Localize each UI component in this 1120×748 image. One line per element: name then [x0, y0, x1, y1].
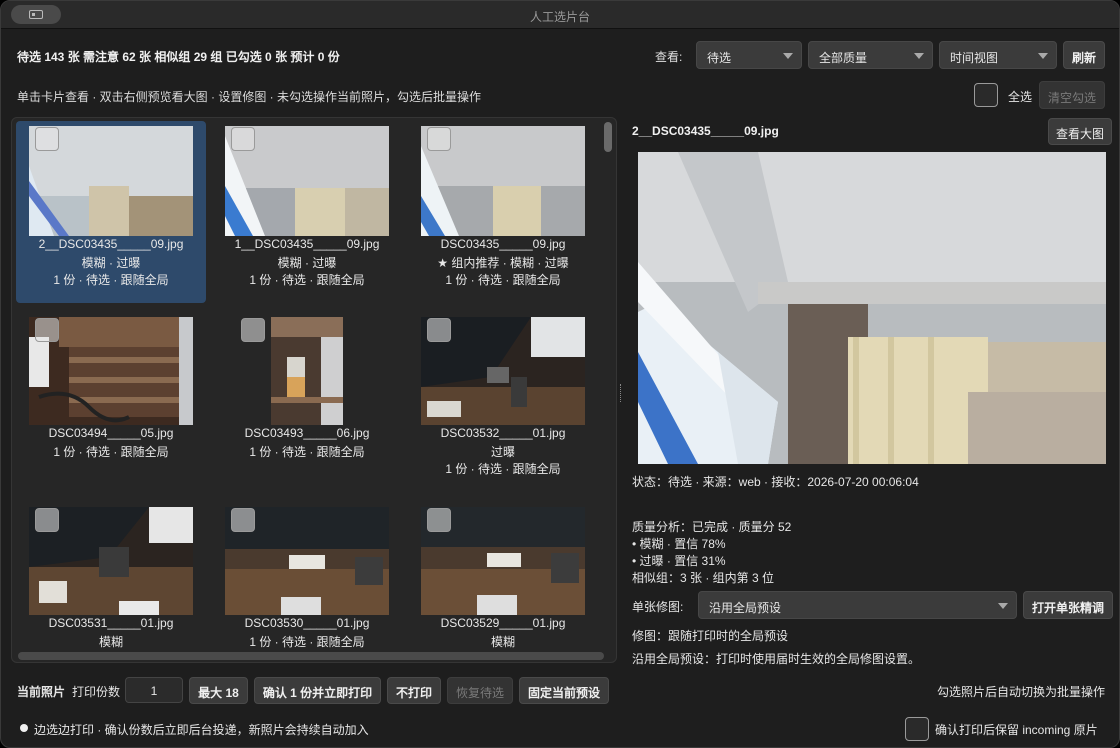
- photo-card[interactable]: DSC03493_____06.jpg 1 份 · 待选 · 跟随全局: [212, 312, 402, 494]
- no-print-button[interactable]: 不打印: [387, 677, 441, 704]
- photo-tags: 1 份 · 待选 · 跟随全局: [53, 445, 169, 459]
- overexposed-confidence-line: • 过曝 · 置信 31%: [632, 554, 726, 568]
- photo-tags: 模糊: [98, 635, 123, 649]
- photo-checkbox[interactable]: [231, 127, 255, 151]
- photo-card[interactable]: DSC03532_____01.jpg 过曝 1 份 · 待选 · 跟随全局: [408, 312, 598, 494]
- photo-tags: 模糊: [490, 635, 515, 649]
- photo-filename: 1__DSC03435_____09.jpg: [234, 237, 380, 251]
- detail-filename: 2__DSC03435_____09.jpg: [632, 124, 779, 138]
- live-print-text: 边选边打印 · 确认份数后立即后台投递，新照片会持续自动加入: [34, 723, 369, 737]
- photo-meta: 1 份 · 待选 · 跟随全局: [53, 273, 169, 287]
- photo-card[interactable]: DSC03530_____01.jpg 1 份 · 待选 · 跟随全局: [212, 502, 402, 662]
- photo-card[interactable]: DSC03435_____09.jpg ★ 组内推荐 · 模糊 · 过曝 1 份…: [408, 121, 598, 303]
- photo-checkbox[interactable]: [427, 127, 451, 151]
- photo-filename: DSC03530_____01.jpg: [244, 616, 370, 630]
- photo-card[interactable]: DSC03531_____01.jpg 模糊: [16, 502, 206, 662]
- gallery-vertical-scrollbar[interactable]: [604, 122, 612, 152]
- retouch-label: 单张修图:: [632, 600, 684, 614]
- status-filter-value: 待选: [707, 51, 732, 65]
- photo-filename: 2__DSC03435_____09.jpg: [38, 237, 184, 251]
- photo-meta: 1 份 · 待选 · 跟随全局: [249, 273, 365, 287]
- photo-filename: DSC03494_____05.jpg: [48, 426, 174, 440]
- retouch-preset-select[interactable]: 沿用全局预设: [698, 591, 1017, 619]
- batch-mode-hint: 勾选照片后自动切换为批量操作: [937, 685, 1106, 699]
- photo-checkbox[interactable]: [427, 318, 451, 342]
- select-all-checkbox[interactable]: [974, 83, 998, 107]
- photo-checkbox[interactable]: [35, 508, 59, 532]
- copies-label: 打印份数: [72, 685, 121, 699]
- quality-analysis-line: 质量分析：已完成 · 质量分 52: [632, 520, 792, 534]
- photo-card[interactable]: DSC03529_____01.jpg 模糊: [408, 502, 598, 662]
- quality-filter-value: 全部质量: [819, 51, 868, 65]
- photo-tags: 1 份 · 待选 · 跟随全局: [249, 445, 365, 459]
- photo-checkbox[interactable]: [231, 508, 255, 532]
- current-photo-label: 当前照片: [17, 685, 66, 699]
- photo-tags: 模糊 · 过曝: [277, 256, 337, 270]
- title-bar: 人工选片台: [1, 1, 1119, 29]
- blur-confidence-line: • 模糊 · 置信 78%: [632, 537, 726, 551]
- chevron-down-icon: [1038, 53, 1048, 59]
- photo-gallery[interactable]: 2__DSC03435_____09.jpg 模糊 · 过曝 1 份 · 待选 …: [11, 117, 617, 663]
- photo-tags: ★ 组内推荐 · 模糊 · 过曝: [437, 256, 569, 270]
- photo-filename: DSC03532_____01.jpg: [440, 426, 566, 440]
- chevron-down-icon: [783, 53, 793, 59]
- keep-original-checkbox[interactable]: [905, 717, 929, 741]
- live-print-status-dot-icon: [20, 724, 28, 732]
- fix-preset-button[interactable]: 固定当前预设: [519, 677, 609, 704]
- photo-thumbnail: [271, 317, 343, 425]
- view-label: 查看:: [655, 50, 683, 64]
- detail-status-line: 状态：待选 · 来源：web · 接收：2026-07-20 00:06:04: [632, 475, 919, 489]
- chevron-down-icon: [998, 603, 1008, 609]
- retouch-mode-line: 修图：跟随打印时的全局预设: [632, 629, 789, 643]
- stats-summary: 待选 143 张 需注意 62 张 相似组 29 组 已勾选 0 张 预计 0 …: [17, 50, 340, 64]
- quality-filter-select[interactable]: 全部质量: [808, 41, 933, 69]
- photo-checkbox[interactable]: [427, 508, 451, 532]
- restore-pending-button[interactable]: 恢复待选: [447, 677, 513, 704]
- refresh-button[interactable]: 刷新: [1063, 41, 1105, 69]
- status-filter-select[interactable]: 待选: [696, 41, 802, 69]
- photo-preview[interactable]: [638, 152, 1106, 464]
- global-preset-line: 沿用全局预设：打印时使用届时生效的全局修图设置。: [632, 652, 921, 666]
- photo-filename: DSC03435_____09.jpg: [440, 237, 566, 251]
- photo-card[interactable]: 2__DSC03435_____09.jpg 模糊 · 过曝 1 份 · 待选 …: [16, 121, 206, 303]
- chevron-down-icon: [914, 53, 924, 59]
- app-window: 人工选片台 待选 143 张 需注意 62 张 相似组 29 组 已勾选 0 张…: [0, 0, 1120, 748]
- photo-tags: 过曝: [490, 445, 515, 459]
- usage-hint: 单击卡片查看 · 双击右侧预览看大图 · 设置修图 · 未勾选操作当前照片，勾选…: [17, 90, 481, 104]
- open-fine-retouch-button[interactable]: 打开单张精调: [1023, 591, 1113, 619]
- view-mode-value: 时间视图: [950, 51, 999, 65]
- photo-checkbox[interactable]: [35, 318, 59, 342]
- retouch-preset-value: 沿用全局预设: [709, 601, 782, 615]
- photo-filename: DSC03493_____06.jpg: [244, 426, 370, 440]
- similar-group-line: 相似组：3 张 · 组内第 3 位: [632, 571, 775, 585]
- photo-checkbox[interactable]: [35, 127, 59, 151]
- confirm-print-button[interactable]: 确认 1 份并立即打印: [254, 677, 381, 704]
- photo-meta: 1 份 · 待选 · 跟随全局: [445, 462, 561, 476]
- max-copies-button[interactable]: 最大 18: [189, 677, 248, 704]
- photo-card[interactable]: DSC03494_____05.jpg 1 份 · 待选 · 跟随全局: [16, 312, 206, 494]
- window-title: 人工选片台: [529, 10, 590, 24]
- photo-checkbox[interactable]: [241, 318, 265, 342]
- photo-filename: DSC03529_____01.jpg: [440, 616, 566, 630]
- photo-meta: 1 份 · 待选 · 跟随全局: [445, 273, 561, 287]
- photo-card[interactable]: 1__DSC03435_____09.jpg 模糊 · 过曝 1 份 · 待选 …: [212, 121, 402, 303]
- clear-selection-button[interactable]: 清空勾选: [1039, 81, 1105, 109]
- photo-filename: DSC03531_____01.jpg: [48, 616, 174, 630]
- view-mode-select[interactable]: 时间视图: [939, 41, 1057, 69]
- copies-input[interactable]: 1: [125, 677, 183, 703]
- photo-tags: 模糊 · 过曝: [81, 256, 141, 270]
- photo-tags: 1 份 · 待选 · 跟随全局: [249, 635, 365, 649]
- view-large-button[interactable]: 查看大图: [1048, 118, 1112, 145]
- keep-original-label: 确认打印后保留 incoming 原片: [935, 723, 1098, 737]
- panel-splitter-handle[interactable]: [620, 384, 622, 402]
- select-all-label: 全选: [1008, 90, 1033, 104]
